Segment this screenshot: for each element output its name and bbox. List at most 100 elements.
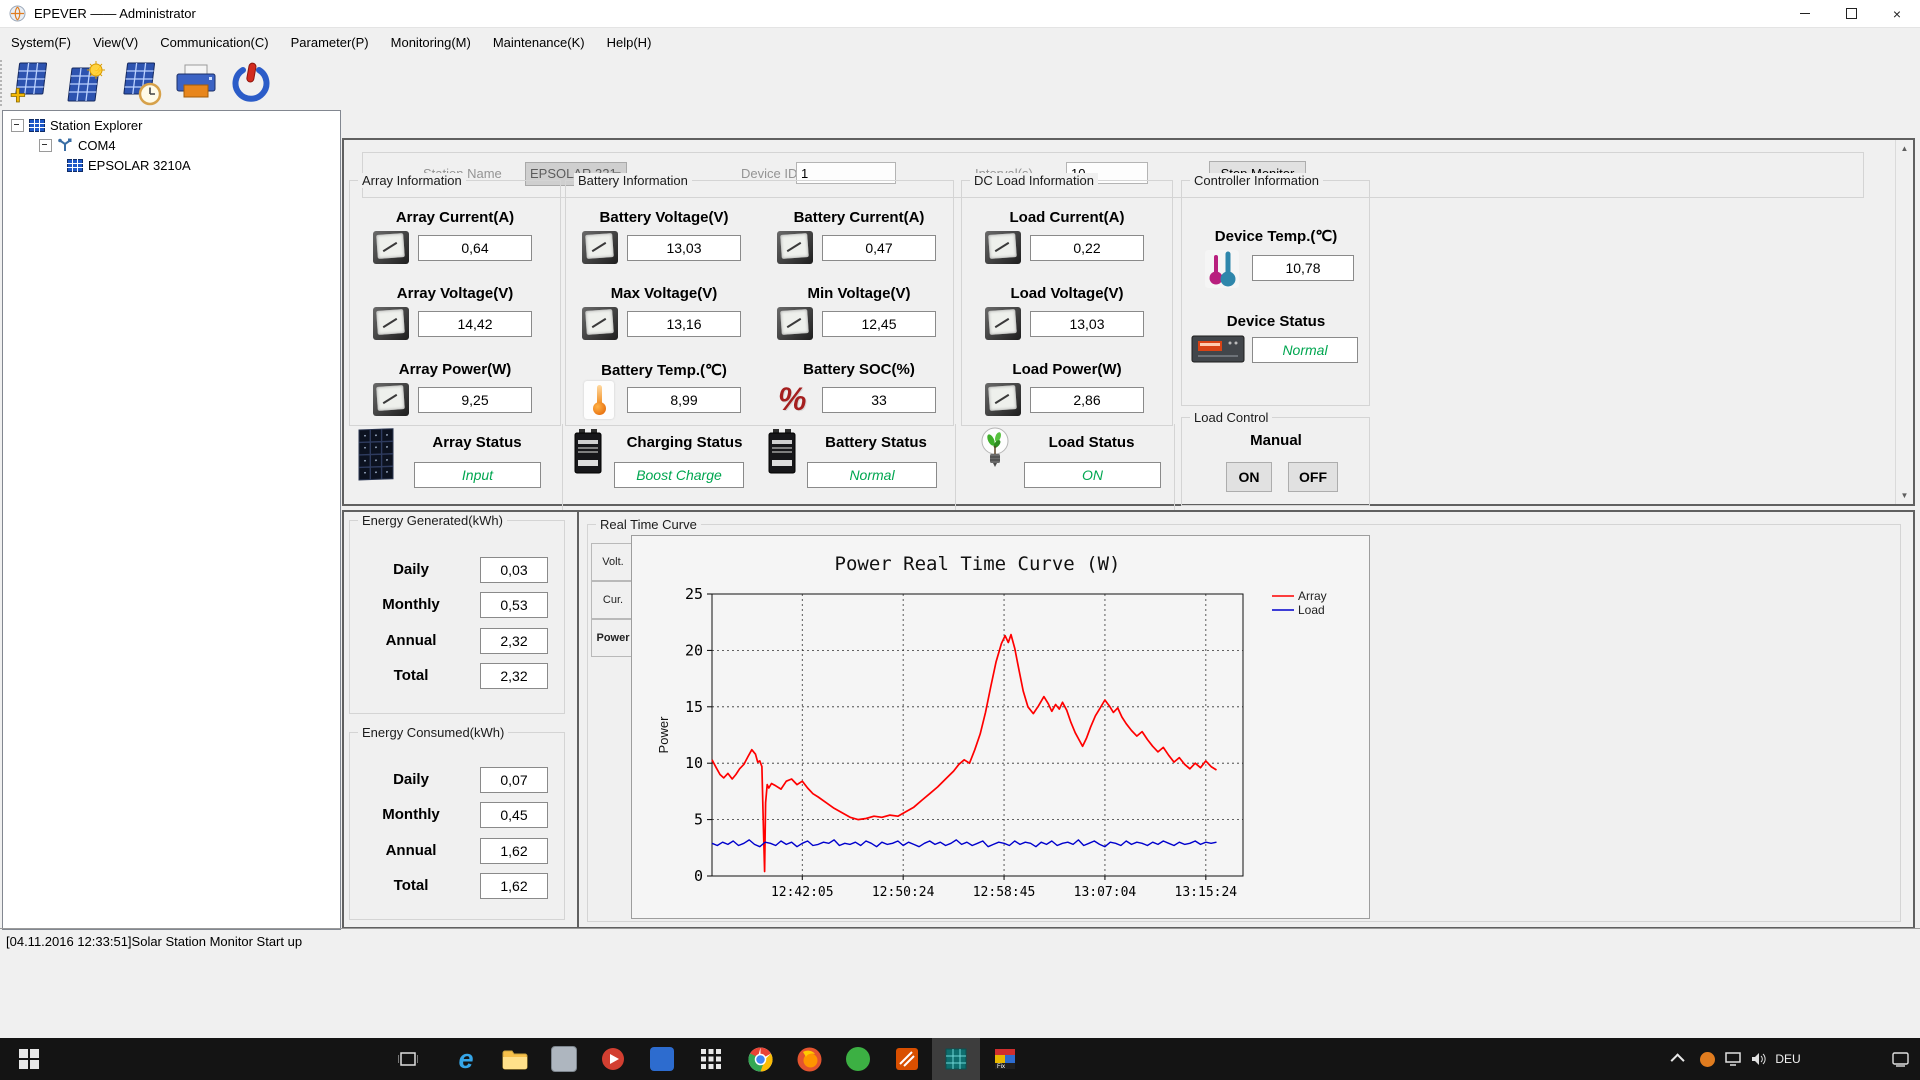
charging-status-value: Boost Charge [614, 462, 744, 488]
taskbar-media-player[interactable] [589, 1038, 637, 1080]
status-bar-text: [04.11.2016 12:33:51]Solar Station Monit… [6, 934, 303, 949]
edge-icon: e [458, 1043, 474, 1074]
con-total-label: Total [393, 877, 429, 894]
tree-label: Station Explorer [50, 117, 143, 133]
svg-text:+: + [10, 80, 26, 106]
tray-app-orange[interactable] [1694, 1038, 1720, 1080]
con-daily-label: Daily [393, 771, 429, 788]
array-power-label: Array Power(W) [398, 361, 512, 378]
tab-power[interactable]: Power [591, 619, 635, 657]
tree-label: EPSOLAR 3210A [88, 157, 191, 173]
tab-cur[interactable]: Cur. [591, 581, 635, 619]
con-daily-value: 0,07 [480, 767, 548, 793]
station-timer-button[interactable] [118, 60, 164, 106]
controller-device-icon [1191, 335, 1245, 363]
menu-communication[interactable]: Communication(C) [149, 28, 279, 57]
solar-station-button[interactable]: ⚡ [63, 60, 109, 106]
svg-text:25: 25 [685, 585, 703, 603]
gen-total-value: 2,32 [480, 663, 548, 689]
title-bar: EPEVER —— Administrator × [0, 0, 1920, 28]
taskbar-app-blue[interactable] [638, 1038, 686, 1080]
con-annual-value: 1,62 [480, 838, 548, 864]
scroll-down-arrow[interactable]: ▼ [1896, 487, 1913, 504]
con-monthly-label: Monthly [382, 806, 440, 823]
battery-status-value: Normal [807, 462, 937, 488]
menu-parameter[interactable]: Parameter(P) [280, 28, 380, 57]
con-monthly-value: 0,45 [480, 802, 548, 828]
taskbar-app-grid[interactable] [687, 1038, 735, 1080]
print-button[interactable] [173, 60, 219, 106]
maximize-button[interactable] [1828, 0, 1874, 27]
group-title: Energy Generated(kWh) [358, 513, 507, 528]
network-icon [1725, 1052, 1741, 1066]
max-voltage-label: Max Voltage(V) [610, 285, 718, 302]
tree-item-station-explorer[interactable]: Station Explorer [11, 115, 143, 135]
battery-soc-value: 33 [822, 387, 936, 413]
taskbar-fix-app[interactable]: Fix [981, 1038, 1029, 1080]
taskbar-firefox[interactable] [785, 1038, 833, 1080]
load-control-group: Load Control Manual ON OFF [1181, 410, 1370, 506]
menu-monitoring[interactable]: Monitoring(M) [380, 28, 482, 57]
load-off-button[interactable]: OFF [1288, 462, 1338, 492]
dc-load-information-group: DC Load Information Load Current(A) 0,22… [961, 173, 1173, 426]
status-bar-divider [0, 928, 1920, 929]
tray-notifications[interactable] [1882, 1038, 1918, 1080]
taskbar-chrome[interactable] [736, 1038, 784, 1080]
menu-help[interactable]: Help(H) [596, 28, 663, 57]
meter-icon [985, 307, 1021, 340]
device-id-label: Device ID [741, 166, 798, 181]
green-app-icon [846, 1047, 870, 1071]
tray-volume[interactable] [1746, 1038, 1772, 1080]
thermometer-icon [584, 381, 614, 419]
svg-text:Array: Array [1298, 589, 1327, 603]
battery-current-value: 0,47 [822, 235, 936, 261]
svg-text:5: 5 [694, 811, 703, 829]
array-current-label: Array Current(A) [395, 209, 515, 226]
menu-maintenance[interactable]: Maintenance(K) [482, 28, 596, 57]
group-title: Controller Information [1190, 173, 1323, 188]
collapse-icon[interactable] [39, 138, 52, 152]
tab-volt[interactable]: Volt. [591, 543, 635, 581]
station-explorer-tree: Station Explorer COM4 EPSOLAR 3210A [2, 110, 341, 930]
scroll-up-arrow[interactable]: ▲ [1896, 140, 1913, 157]
fix-app-icon: Fix [995, 1049, 1015, 1070]
svg-text:10: 10 [685, 754, 703, 772]
menu-view[interactable]: View(V) [82, 28, 149, 57]
device-temp-value: 10,78 [1252, 255, 1354, 281]
svg-text:Load: Load [1298, 603, 1325, 617]
tray-chevron-up[interactable] [1666, 1038, 1692, 1080]
vertical-scrollbar[interactable]: ▲ ▼ [1895, 140, 1913, 504]
meter-icon [777, 307, 813, 340]
folder-icon [502, 1050, 528, 1069]
tray-language[interactable]: DEU [1772, 1038, 1804, 1080]
taskbar-app-orange[interactable] [883, 1038, 931, 1080]
minimize-button[interactable] [1782, 0, 1828, 27]
load-status-label: Load Status [1048, 434, 1135, 451]
tree-label: COM4 [78, 137, 116, 153]
load-on-button[interactable]: ON [1226, 462, 1272, 492]
group-title: Load Control [1190, 410, 1273, 425]
notification-icon [1891, 1051, 1909, 1067]
taskbar-app-gray[interactable] [540, 1038, 588, 1080]
taskbar-file-explorer[interactable] [491, 1038, 539, 1080]
taskbar-app-green[interactable] [834, 1038, 882, 1080]
device-status-text: Normal [1282, 342, 1328, 358]
task-view-button[interactable] [388, 1038, 428, 1080]
tree-item-epsolar-3210a[interactable]: EPSOLAR 3210A [67, 155, 191, 175]
exit-power-button[interactable] [228, 60, 274, 106]
tree-item-com4[interactable]: COM4 [39, 135, 116, 155]
taskbar-epever-app-active[interactable] [932, 1038, 980, 1080]
firefox-icon [797, 1047, 821, 1071]
menu-system[interactable]: System(F) [0, 28, 82, 57]
con-annual-label: Annual [385, 842, 437, 859]
collapse-icon[interactable] [11, 118, 24, 132]
close-button[interactable]: × [1874, 0, 1920, 27]
battery-temp-value: 8,99 [627, 387, 741, 413]
add-station-button[interactable]: + [8, 60, 54, 110]
start-button[interactable] [0, 1038, 58, 1080]
con-total-value: 1,62 [480, 873, 548, 899]
taskbar-edge[interactable]: e [442, 1038, 490, 1080]
device-icon [67, 158, 83, 172]
tray-network[interactable] [1720, 1038, 1746, 1080]
svg-text:12:42:05: 12:42:05 [771, 885, 834, 900]
